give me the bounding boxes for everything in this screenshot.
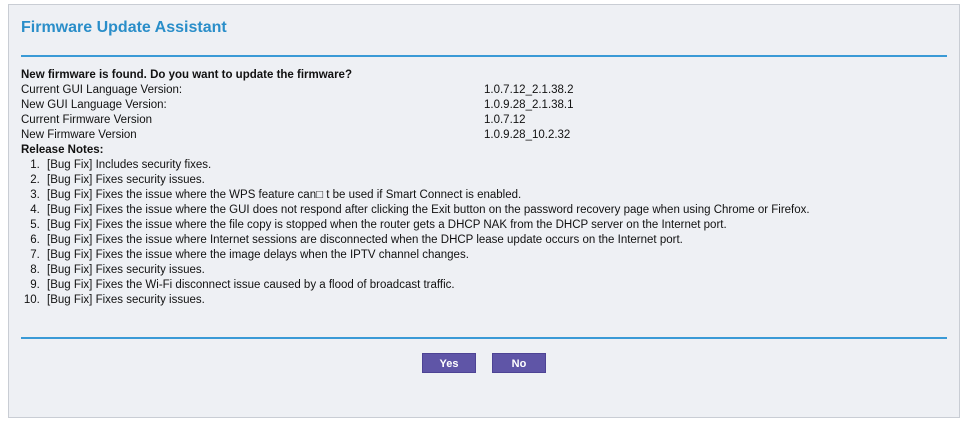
version-row-current-gui: Current GUI Language Version: 1.0.7.12_2… [21, 83, 941, 98]
release-note-item: [Bug Fix] Fixes security issues. [43, 263, 941, 278]
version-row-new-gui: New GUI Language Version: 1.0.9.28_2.1.3… [21, 98, 941, 113]
panel-title: Firmware Update Assistant [21, 19, 227, 36]
version-label: New Firmware Version [21, 129, 137, 141]
version-value: 1.0.9.28_2.1.38.1 [484, 99, 574, 111]
release-note-item: [Bug Fix] Fixes the issue where Internet… [43, 233, 941, 248]
release-note-item: [Bug Fix] Fixes the issue where the WPS … [43, 188, 941, 203]
version-label: Current GUI Language Version: [21, 84, 183, 96]
release-note-item: [Bug Fix] Fixes the issue where the imag… [43, 248, 941, 263]
firmware-update-panel: Firmware Update Assistant New firmware i… [8, 4, 960, 418]
version-row-new-firmware: New Firmware Version 1.0.9.28_10.2.32 [21, 128, 941, 143]
version-value: 1.0.7.12 [484, 114, 526, 126]
update-question: New firmware is found. Do you want to up… [21, 69, 352, 81]
release-note-item: [Bug Fix] Fixes security issues. [43, 293, 941, 308]
title-divider [21, 55, 947, 57]
no-button[interactable]: No [492, 353, 546, 373]
release-note-item: [Bug Fix] Fixes the Wi-Fi disconnect iss… [43, 278, 941, 293]
version-row-current-firmware: Current Firmware Version 1.0.7.12 [21, 113, 941, 128]
version-value: 1.0.9.28_10.2.32 [484, 129, 571, 141]
version-label: New GUI Language Version: [21, 99, 167, 111]
actions-divider [21, 337, 947, 339]
release-notes-heading: Release Notes: [21, 144, 104, 156]
release-note-item: [Bug Fix] Includes security fixes. [43, 158, 941, 173]
release-notes-list: [Bug Fix] Includes security fixes. [Bug … [21, 158, 941, 308]
action-buttons: Yes No [9, 353, 959, 373]
version-label: Current Firmware Version [21, 114, 153, 126]
update-details: New firmware is found. Do you want to up… [21, 68, 941, 308]
release-note-item: [Bug Fix] Fixes security issues. [43, 173, 941, 188]
version-value: 1.0.7.12_2.1.38.2 [484, 84, 574, 96]
release-note-item: [Bug Fix] Fixes the issue where the file… [43, 218, 941, 233]
release-note-item: [Bug Fix] Fixes the issue where the GUI … [43, 203, 941, 218]
yes-button[interactable]: Yes [422, 353, 476, 373]
